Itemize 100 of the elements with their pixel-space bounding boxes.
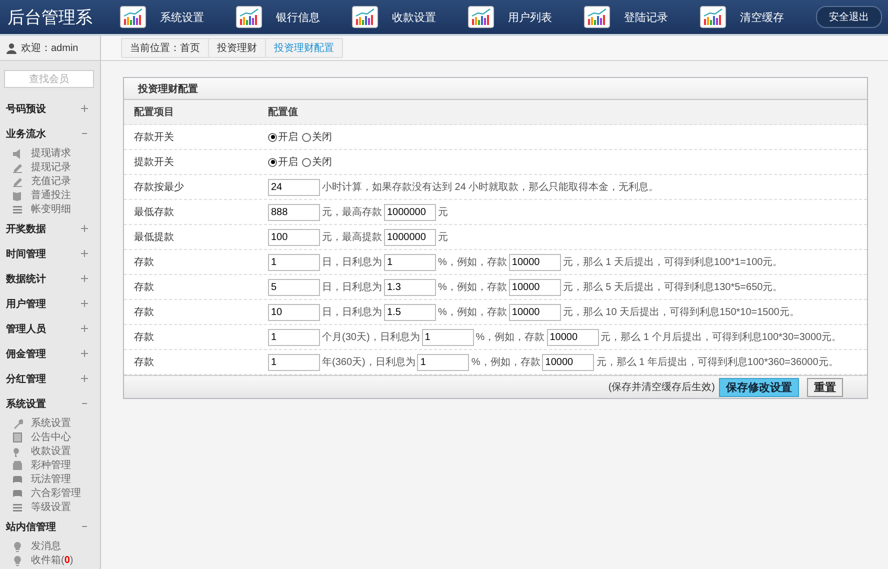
input-field[interactable]: 10000 (546, 328, 599, 346)
field-note: 元 (438, 231, 448, 244)
section-title: 站内信管理 (6, 520, 56, 534)
input-field[interactable]: 1 (384, 254, 436, 270)
pencil-icon (12, 176, 23, 186)
input-field[interactable]: 10000 (508, 254, 561, 270)
book-icon (12, 190, 23, 200)
input-field[interactable]: 5 (268, 278, 320, 296)
field-note: %，例如，存款 (471, 356, 540, 369)
input-field[interactable]: 24 (268, 178, 320, 196)
radio-option[interactable]: 关闭 (302, 130, 332, 144)
field-note: 小时计算，如果存款没有达到 24 小时就取款，那么只能取得本金，无利息。 (322, 180, 659, 194)
row-label: 存款 (133, 331, 155, 344)
plus-icon (81, 325, 88, 332)
menu-item[interactable]: 收款设置 (0, 444, 100, 458)
user-icon (6, 42, 17, 54)
menu-item[interactable]: 六合彩管理 (0, 486, 100, 500)
radio-option[interactable]: 开启 (268, 155, 298, 169)
input-field[interactable]: 888 (268, 204, 320, 220)
input-field[interactable]: 10 (268, 304, 320, 320)
menu-section[interactable]: 管理人员 (0, 316, 100, 341)
radio-option[interactable]: 关闭 (302, 155, 332, 169)
menu-section[interactable]: 用户管理 (0, 291, 100, 316)
plus-icon (81, 300, 88, 307)
row-label: 存款 (133, 256, 155, 269)
menu-section[interactable]: 业务流水 (0, 121, 100, 146)
field-note: 日，日利息为 (322, 256, 382, 269)
input-field[interactable]: 100 (268, 228, 320, 246)
menu-item[interactable]: 系统设置 (0, 416, 100, 430)
field-note: %，例如，存款 (476, 331, 545, 344)
section-title: 系统设置 (6, 398, 46, 410)
section-title: 数据统计 (6, 272, 46, 286)
section-title: 业务流水 (6, 127, 46, 140)
input-field[interactable]: 1 (268, 328, 320, 346)
bulb-icon (12, 554, 23, 566)
input-field[interactable]: 10000 (508, 304, 561, 320)
field-note: 日，日利息为 (322, 306, 382, 319)
logout-button[interactable]: 安全退出 (816, 6, 882, 28)
menu-section[interactable]: 数据统计 (0, 266, 100, 291)
menu-section[interactable]: 站内信管理 (0, 514, 100, 539)
minus-icon (81, 400, 88, 407)
menu-section[interactable]: 开奖数据 (0, 216, 100, 241)
menu-section[interactable]: 分红管理 (0, 366, 100, 391)
reset-button[interactable]: 重置 (807, 378, 843, 396)
menu-section[interactable]: 系统设置 (0, 391, 100, 416)
menu-item[interactable]: 等级设置 (0, 500, 100, 514)
menu-item[interactable]: 彩种管理 (0, 458, 100, 472)
nav-link[interactable]: 收款设置 (352, 6, 436, 28)
save-button[interactable]: 保存修改设置 (719, 378, 799, 396)
list-icon (12, 502, 23, 512)
plus-icon (81, 350, 88, 357)
field-note: 日，日利息为 (322, 280, 382, 294)
menu-item[interactable]: 发消息 (0, 539, 100, 553)
input-field[interactable]: 1 (268, 354, 320, 370)
footer-note: (保存并清空缓存后生效) (608, 380, 715, 394)
menu-section[interactable]: 佣金管理 (0, 341, 100, 366)
section-title: 管理人员 (6, 322, 46, 336)
input-field[interactable]: 10000 (542, 354, 594, 370)
nav-link[interactable]: 清空缓存 (700, 6, 784, 28)
section-title: 用户管理 (6, 297, 46, 310)
field-note: 元，那么 1 天后提出，可得到利息100*1=100元。 (562, 256, 783, 269)
row-label: 存款按最少 (133, 180, 185, 194)
menu-section[interactable]: 号码预设 (0, 96, 100, 121)
column-header: 配置值 (267, 106, 298, 119)
menu-item[interactable]: 收件箱(0) (0, 553, 100, 567)
box-icon (12, 460, 23, 470)
minus-icon (81, 523, 88, 530)
menu-item[interactable]: 提现请求 (0, 146, 100, 160)
field-note: 元，那么 1 年后提出，可得到利息100*360=36000元。 (596, 356, 838, 369)
input-field[interactable]: 1 (268, 254, 320, 270)
input-field[interactable]: 1000000 (384, 228, 436, 246)
input-field[interactable]: 1.3 (384, 278, 436, 296)
nav-link[interactable]: 登陆记录 (584, 6, 668, 28)
menu-section[interactable]: 时间管理 (0, 241, 100, 266)
input-field[interactable]: 1 (422, 328, 474, 346)
input-field[interactable]: 1000000 (384, 204, 436, 220)
input-field[interactable]: 10000 (508, 278, 561, 296)
field-note: 年(360天)，日利息为 (322, 356, 416, 369)
breadcrumb-link[interactable]: 投资理财 (208, 38, 266, 58)
menu-item[interactable]: 充值记录 (0, 174, 100, 188)
nav-link[interactable]: 银行信息 (236, 6, 320, 28)
menu-item[interactable]: 普通投注 (0, 188, 100, 202)
nav-link[interactable]: 用户列表 (468, 6, 552, 28)
breadcrumb-link[interactable]: 当前位置：首页 (121, 38, 209, 58)
chart-icon (352, 6, 378, 28)
input-field[interactable]: 1.5 (384, 304, 436, 320)
menu-item[interactable]: 帐变明细 (0, 202, 100, 216)
nav-link[interactable]: 系统设置 (120, 6, 204, 28)
row-label: 最低存款 (133, 206, 175, 219)
row-label: 存款 (133, 281, 155, 294)
menu-item[interactable]: 提现记录 (0, 160, 100, 174)
search-field[interactable]: 查找会员 (4, 70, 94, 88)
menu-item[interactable]: 公告中心 (0, 430, 100, 444)
menu-item[interactable]: 玩法管理 (0, 472, 100, 486)
input-field[interactable]: 1 (417, 354, 470, 370)
radio-option[interactable]: 开启 (268, 130, 298, 144)
field-note: %，例如，存款 (438, 306, 507, 319)
chart-icon (468, 6, 494, 28)
app-title: 后台管理系 (6, 6, 94, 28)
field-note: %，例如，存款 (438, 281, 507, 294)
